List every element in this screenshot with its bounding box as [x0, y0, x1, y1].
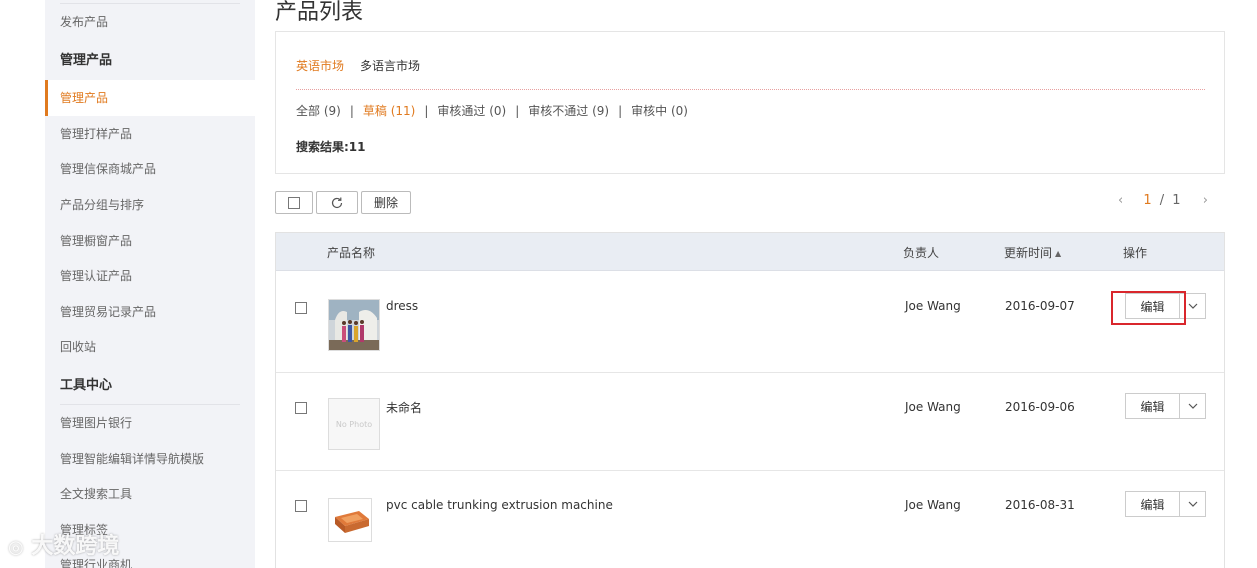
status-separator: |	[349, 104, 354, 118]
divider	[296, 89, 1205, 90]
sidebar-section-tool-center: 工具中心	[60, 378, 113, 393]
sidebar-section-manage-products: 管理产品	[60, 53, 113, 68]
table-row: dress Joe Wang 2016-09-07 编辑	[276, 272, 1224, 373]
edit-button-group: 编辑	[1125, 491, 1206, 517]
tab-english-market[interactable]: 英语市场	[296, 57, 344, 74]
select-all-button[interactable]	[275, 191, 313, 214]
watermark-logo-icon: ◎	[8, 537, 24, 558]
column-header-updated-label: 更新时间	[1004, 246, 1053, 260]
sidebar-item-manage-sample-products[interactable]: 管理打样产品	[45, 116, 255, 152]
product-owner: Joe Wang	[905, 400, 961, 414]
product-thumbnail[interactable]	[328, 498, 372, 542]
column-header-action: 操作	[1123, 246, 1148, 260]
refresh-button[interactable]	[316, 191, 358, 214]
machine-photo-image	[329, 499, 371, 541]
current-page: 1	[1143, 193, 1152, 208]
highlight-box	[1111, 291, 1186, 325]
row-checkbox[interactable]	[295, 402, 307, 414]
sidebar-item-product-groups[interactable]: 产品分组与排序	[45, 187, 255, 223]
product-updated-date: 2016-09-06	[1005, 400, 1075, 414]
sidebar-item-fulltext-search[interactable]: 全文搜索工具	[45, 476, 255, 512]
product-name[interactable]: 未命名	[386, 399, 422, 416]
sort-icon[interactable]: ▲︎	[1055, 249, 1061, 258]
page-title: 产品列表	[275, 0, 364, 25]
sidebar-item-manage-products[interactable]: 管理产品	[45, 80, 255, 116]
sidebar: 发布产品 管理产品 管理产品 管理打样产品 管理信保商城产品 产品分组与排序 管…	[45, 0, 255, 568]
no-photo-placeholder: No Photo	[329, 399, 379, 449]
status-filter-draft[interactable]: 草稿 (11)	[363, 104, 415, 118]
prev-page-icon[interactable]: ‹	[1118, 193, 1123, 208]
page-separator: /	[1159, 193, 1165, 208]
edit-button-group: 编辑	[1125, 393, 1206, 419]
status-filter-rejected[interactable]: 审核不通过 (9)	[528, 104, 609, 118]
product-updated-date: 2016-09-07	[1005, 299, 1075, 313]
sidebar-item-image-bank[interactable]: 管理图片银行	[45, 405, 255, 441]
sidebar-item-trade-record-products[interactable]: 管理贸易记录产品	[45, 294, 255, 330]
dress-photo-image	[329, 300, 379, 350]
chevron-down-icon	[1188, 403, 1197, 409]
product-name[interactable]: dress	[386, 299, 418, 313]
status-filter-reviewing[interactable]: 审核中 (0)	[631, 104, 688, 118]
status-filter: 全部 (9) | 草稿 (11) | 审核通过 (0) | 审核不通过 (9) | 审核中 (0…	[296, 102, 688, 119]
status-separator: |	[424, 104, 429, 118]
product-owner: Joe Wang	[905, 299, 961, 313]
sidebar-item-smart-editor-templates[interactable]: 管理智能编辑详情导航模版	[45, 441, 255, 477]
pagination: ‹ 1 / 1 ›	[1118, 193, 1208, 208]
watermark: ◎ 大数跨境	[8, 528, 119, 560]
edit-button[interactable]: 编辑	[1126, 394, 1180, 418]
sidebar-item-publish-product[interactable]: 发布产品	[45, 4, 255, 40]
table-row: pvc cable trunking extrusion machine Joe…	[276, 471, 1224, 568]
watermark-text: 大数跨境	[31, 534, 120, 559]
column-header-owner: 负责人	[903, 246, 940, 260]
sidebar-item-manage-trade-assurance-products[interactable]: 管理信保商城产品	[45, 151, 255, 187]
table-header: 产品名称 负责人 更新时间 ▲︎ 操作	[276, 233, 1224, 271]
column-header-name: 产品名称	[327, 246, 376, 260]
status-filter-all[interactable]: 全部 (9)	[296, 104, 341, 118]
sidebar-item-recycle-bin[interactable]: 回收站	[45, 329, 255, 365]
column-header-updated[interactable]: 更新时间 ▲︎	[1004, 244, 1061, 261]
product-owner: Joe Wang	[905, 498, 961, 512]
row-checkbox[interactable]	[295, 500, 307, 512]
status-separator: |	[618, 104, 623, 118]
search-result-count: 搜索结果:11	[296, 140, 366, 154]
tab-multilanguage-market[interactable]: 多语言市场	[360, 57, 420, 74]
edit-button[interactable]: 编辑	[1126, 492, 1180, 516]
product-updated-date: 2016-08-31	[1005, 498, 1075, 512]
product-thumbnail[interactable]: No Photo	[328, 398, 380, 450]
table-row: No Photo 未命名 Joe Wang 2016-09-06 编辑	[276, 373, 1224, 471]
product-thumbnail[interactable]	[328, 299, 380, 351]
more-actions-dropdown[interactable]	[1180, 394, 1205, 418]
total-pages: 1	[1172, 193, 1181, 208]
scrollbar[interactable]	[1240, 0, 1257, 568]
status-separator: |	[515, 104, 520, 118]
sidebar-item-showcase-products[interactable]: 管理橱窗产品	[45, 223, 255, 259]
sidebar-item-certified-products[interactable]: 管理认证产品	[45, 258, 255, 294]
delete-button[interactable]: 删除	[361, 191, 411, 214]
chevron-down-icon	[1188, 303, 1197, 309]
refresh-icon	[331, 197, 343, 208]
product-table: 产品名称 负责人 更新时间 ▲︎ 操作 dress Joe Wang 2016-…	[275, 232, 1225, 568]
next-page-icon[interactable]: ›	[1203, 193, 1208, 208]
product-name[interactable]: pvc cable trunking extrusion machine	[386, 498, 613, 512]
more-actions-dropdown[interactable]	[1180, 492, 1205, 516]
status-filter-approved[interactable]: 审核通过 (0)	[437, 104, 506, 118]
row-checkbox[interactable]	[295, 302, 307, 314]
select-all-checkbox[interactable]	[288, 196, 300, 209]
filter-panel: 英语市场 多语言市场 全部 (9) | 草稿 (11) | 审核通过 (0) | 审核不通过…	[275, 31, 1225, 174]
chevron-down-icon	[1188, 501, 1197, 507]
